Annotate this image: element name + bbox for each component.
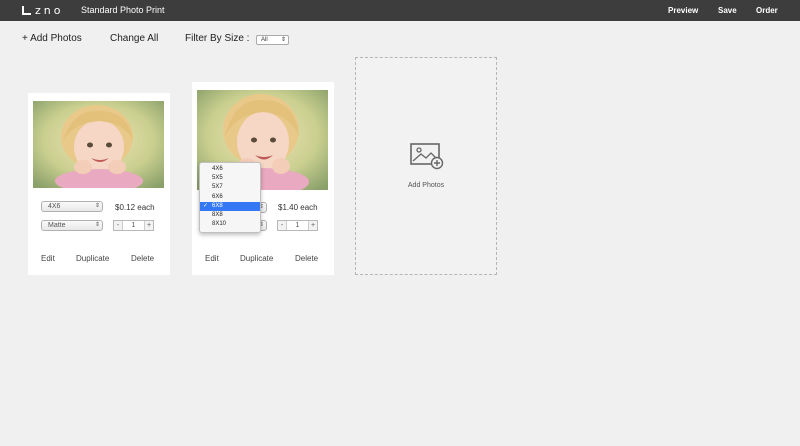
filter-size-value: All xyxy=(261,37,268,43)
size-option-label: 8X10 xyxy=(212,221,227,228)
change-all-button[interactable]: Change All xyxy=(110,33,158,44)
size-dropdown-menu: 4X6 5X5 5X7 6X6 ✓ 6X8 8X8 8X10 xyxy=(199,162,261,233)
add-photos-button[interactable]: + Add Photos xyxy=(22,33,82,44)
filter-by-size-label: Filter By Size : xyxy=(185,33,250,44)
edit-button[interactable]: Edit xyxy=(41,254,55,263)
size-option-label: 5X5 xyxy=(212,175,223,182)
decrement-button[interactable]: - xyxy=(278,221,286,230)
size-option[interactable]: 5X5 xyxy=(200,174,260,183)
add-photos-label: Add Photos xyxy=(407,182,445,189)
decrement-button[interactable]: - xyxy=(114,221,122,230)
updown-arrows-icon: ⇕ xyxy=(280,37,286,43)
checkmark-icon: ✓ xyxy=(203,202,209,209)
add-image-icon xyxy=(410,143,444,170)
top-bar: zno Standard Photo Print Preview Save Or… xyxy=(0,0,800,21)
order-button[interactable]: Order xyxy=(756,6,778,15)
increment-button[interactable]: + xyxy=(145,221,153,230)
size-option-label: 6X6 xyxy=(212,193,223,200)
size-option-label: 4X6 xyxy=(212,166,223,172)
price-label: $0.12 each xyxy=(115,203,155,212)
size-option[interactable]: 4X6 xyxy=(200,165,260,174)
paper-select[interactable]: Matte ⇕ xyxy=(41,220,103,231)
size-option[interactable]: 5X7 xyxy=(200,183,260,192)
zno-logo[interactable]: zno xyxy=(22,4,63,17)
quantity-stepper: - 1 + xyxy=(113,220,154,231)
quantity-value[interactable]: 1 xyxy=(286,221,309,230)
delete-button[interactable]: Delete xyxy=(131,254,154,263)
size-select[interactable]: 4X6 ⇕ xyxy=(41,201,103,212)
delete-button[interactable]: Delete xyxy=(295,254,318,263)
updown-arrows-icon: ⇕ xyxy=(94,222,100,228)
filter-size-select[interactable]: All ⇕ xyxy=(256,35,289,45)
size-option[interactable]: 6X6 xyxy=(200,193,260,202)
page-title: Standard Photo Print xyxy=(81,5,165,15)
preview-button[interactable]: Preview xyxy=(668,6,698,15)
updown-arrows-icon: ⇕ xyxy=(94,203,100,209)
paper-select-value: Matte xyxy=(48,222,66,229)
size-option-label: 5X7 xyxy=(212,184,223,191)
logo-text: zno xyxy=(35,4,64,17)
quantity-stepper: - 1 + xyxy=(277,220,318,231)
photo-image xyxy=(33,101,164,188)
size-option[interactable]: 8X10 xyxy=(200,220,260,229)
photo-thumbnail[interactable] xyxy=(33,101,164,188)
size-select-value: 4X6 xyxy=(48,203,61,210)
quantity-value[interactable]: 1 xyxy=(122,221,145,230)
size-option[interactable]: 8X8 xyxy=(200,211,260,220)
photo-card: 4X6 ⇕ $0.12 each Matte ⇕ - 1 + Edit Dupl… xyxy=(28,93,170,275)
add-photos-tile[interactable]: Add Photos xyxy=(355,57,497,275)
size-option-selected[interactable]: ✓ 6X8 xyxy=(200,201,260,211)
duplicate-button[interactable]: Duplicate xyxy=(76,254,109,263)
duplicate-button[interactable]: Duplicate xyxy=(240,254,273,263)
size-option-label: 6X8 xyxy=(212,202,223,209)
save-button[interactable]: Save xyxy=(718,6,737,15)
logo-mark-icon xyxy=(22,6,31,15)
increment-button[interactable]: + xyxy=(309,221,317,230)
size-option-label: 8X8 xyxy=(212,211,223,218)
edit-button[interactable]: Edit xyxy=(205,254,219,263)
price-label: $1.40 each xyxy=(278,203,318,212)
